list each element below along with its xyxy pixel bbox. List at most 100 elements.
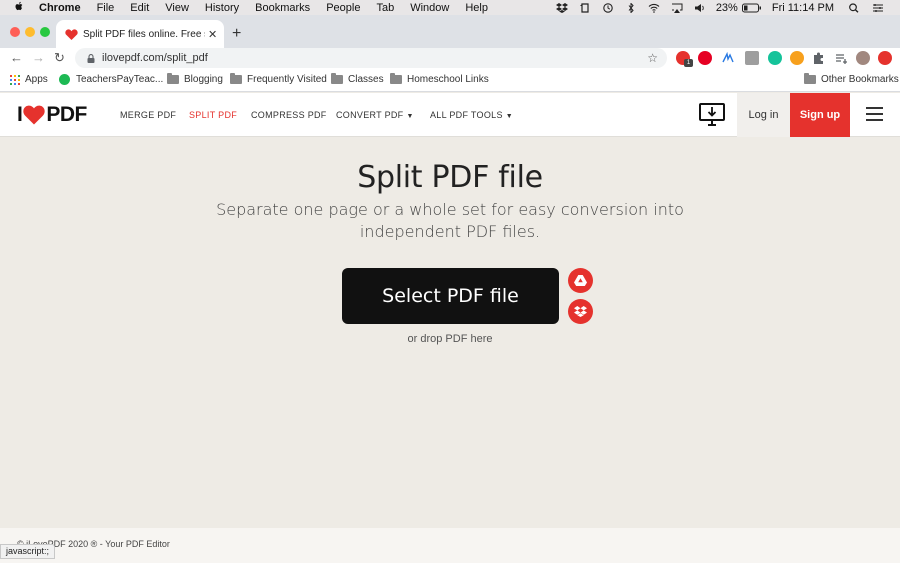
signup-button[interactable]: Sign up — [790, 93, 850, 137]
forward-arrow-icon[interactable]: → — [32, 50, 45, 65]
window-close-button[interactable] — [10, 27, 20, 37]
nav-convert-label: CONVERT PDF — [336, 110, 404, 120]
control-center-icon[interactable] — [872, 3, 884, 13]
folder-icon — [167, 73, 179, 84]
dropbox-upload-icon[interactable] — [568, 299, 593, 324]
clock[interactable]: Fri 11:14 PM — [772, 2, 834, 14]
drop-hint: or drop PDF here — [407, 333, 493, 345]
battery-percent: 23% — [715, 1, 738, 14]
menu-app-name[interactable]: Chrome — [39, 2, 81, 14]
extension-grammarly-icon[interactable] — [768, 51, 782, 65]
airplay-icon[interactable] — [671, 3, 683, 13]
nav-all-pdf-tools[interactable]: ALL PDF TOOLS ▼ — [430, 110, 513, 120]
tpt-favicon-icon — [59, 74, 70, 85]
menu-edit[interactable]: Edit — [130, 2, 149, 14]
bookmark-label: Classes — [348, 74, 384, 85]
extension-bitly-icon[interactable] — [721, 51, 735, 65]
volume-icon[interactable] — [694, 3, 706, 13]
bookmark-folder-classes[interactable]: Classes — [331, 73, 384, 85]
menu-history[interactable]: History — [205, 2, 239, 14]
bookmark-label: Apps — [25, 74, 48, 85]
extension-pinterest-icon[interactable] — [698, 51, 712, 65]
bookmark-folder-other[interactable]: Other Bookmarks — [804, 73, 899, 85]
menu-people[interactable]: People — [326, 2, 360, 14]
macos-menu-bar: Chrome File Edit View History Bookmarks … — [0, 0, 900, 15]
apple-icon[interactable] — [14, 1, 28, 15]
extension-update-icon[interactable] — [878, 51, 892, 65]
battery-icon[interactable] — [741, 3, 762, 13]
bookmark-folder-homeschool-links[interactable]: Homeschool Links — [390, 73, 489, 85]
nav-compress-pdf[interactable]: COMPRESS PDF — [251, 110, 327, 120]
folder-icon — [390, 73, 402, 84]
desktop-download-icon[interactable] — [699, 103, 725, 127]
spotlight-search-icon[interactable] — [848, 2, 860, 13]
back-arrow-icon[interactable]: ← — [10, 50, 23, 65]
caret-down-icon: ▼ — [505, 113, 513, 120]
dropbox-icon[interactable] — [555, 2, 568, 13]
wifi-icon[interactable] — [648, 3, 660, 13]
menu-help[interactable]: Help — [465, 2, 488, 14]
bookmark-apps[interactable]: Apps — [10, 74, 48, 85]
nav-merge-pdf[interactable]: MERGE PDF — [120, 110, 176, 120]
bookmarks-bar: Apps TeachersPayTeac... Blogging Frequen… — [0, 70, 900, 92]
bookmark-folder-blogging[interactable]: Blogging — [167, 73, 223, 85]
bookmark-label: Other Bookmarks — [821, 74, 899, 85]
window-minimize-button[interactable] — [25, 27, 35, 37]
tab-title: Split PDF files online. Free serv — [83, 28, 205, 40]
menu-view[interactable]: View — [165, 2, 189, 14]
login-button[interactable]: Log in — [737, 93, 790, 137]
menu-bookmarks[interactable]: Bookmarks — [255, 2, 310, 14]
extension-badge: 1 — [684, 59, 693, 67]
extension-honey-icon[interactable] — [790, 51, 804, 65]
bookmark-label: Frequently Visited — [247, 74, 327, 85]
browser-tab-strip: Split PDF files online. Free serv ✕ + — [0, 15, 900, 48]
bookmark-label: Blogging — [184, 74, 223, 85]
menu-file[interactable]: File — [97, 2, 115, 14]
window-zoom-button[interactable] — [40, 27, 50, 37]
hamburger-menu-icon[interactable] — [866, 107, 883, 121]
ilovepdf-logo[interactable]: I PDF — [17, 103, 87, 127]
url-input[interactable] — [102, 52, 648, 64]
folder-icon — [230, 73, 242, 84]
extensions-puzzle-icon[interactable] — [812, 51, 826, 65]
address-bar[interactable]: ☆ — [75, 48, 667, 68]
nav-split-pdf[interactable]: SPLIT PDF — [189, 110, 237, 120]
browser-status-bubble: javascript:; — [0, 544, 56, 559]
nav-all-tools-label: ALL PDF TOOLS — [430, 110, 503, 120]
logo-letter: I — [17, 103, 23, 126]
caret-down-icon: ▼ — [406, 113, 414, 120]
bookmark-label: Homeschool Links — [407, 74, 489, 85]
folder-icon — [331, 73, 343, 84]
evernote-icon[interactable] — [579, 2, 591, 13]
bluetooth-icon[interactable] — [625, 1, 637, 14]
active-tab[interactable]: Split PDF files online. Free serv ✕ — [56, 20, 224, 48]
new-tab-icon[interactable]: + — [232, 25, 241, 43]
profile-avatar[interactable] — [856, 51, 870, 65]
browser-toolbar: ← → ↻ ☆ 1 — [0, 48, 900, 70]
bookmark-folder-frequently-visited[interactable]: Frequently Visited — [230, 73, 327, 85]
bookmark-teacherspayteachers[interactable]: TeachersPayTeac... — [59, 74, 163, 85]
google-drive-icon[interactable] — [568, 268, 593, 293]
time-machine-icon[interactable] — [602, 2, 614, 13]
heart-favicon-icon — [65, 28, 78, 40]
extension-percent-icon[interactable] — [745, 51, 759, 65]
menu-tab[interactable]: Tab — [376, 2, 394, 14]
heart-logo-icon — [23, 105, 46, 125]
page-title: Split PDF file — [357, 160, 543, 195]
site-footer: © iLovePDF 2020 ® - Your PDF Editor — [0, 528, 900, 563]
reading-list-icon[interactable] — [834, 51, 848, 65]
logo-pdf-text: PDF — [46, 103, 87, 126]
lock-icon — [87, 53, 95, 63]
tab-close-icon[interactable]: ✕ — [208, 28, 217, 41]
menu-window[interactable]: Window — [410, 2, 449, 14]
bookmark-label: TeachersPayTeac... — [76, 74, 164, 85]
select-pdf-file-button[interactable]: Select PDF file — [342, 268, 559, 324]
folder-icon — [804, 73, 816, 84]
reload-icon[interactable]: ↻ — [54, 50, 65, 66]
menu-status-area: 23% Fri 11:14 PM — [545, 0, 900, 15]
bookmark-star-icon[interactable]: ☆ — [647, 51, 658, 65]
page-subtitle: Separate one page or a whole set for eas… — [216, 200, 684, 241]
nav-convert-pdf[interactable]: CONVERT PDF ▼ — [336, 110, 414, 120]
apps-grid-icon — [10, 74, 20, 85]
site-header: I PDF MERGE PDF SPLIT PDF COMPRESS PDF C… — [0, 93, 900, 137]
